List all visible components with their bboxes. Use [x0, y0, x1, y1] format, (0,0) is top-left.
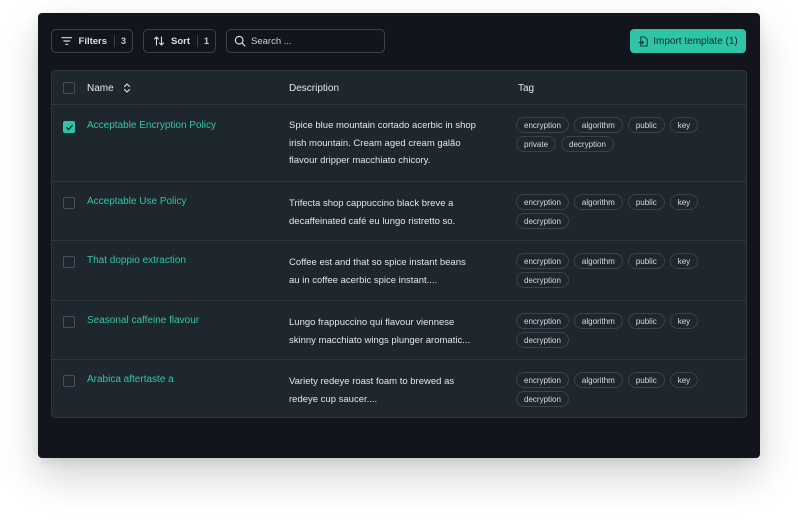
description-line: Coffee est and that so spice instant bea… — [289, 257, 466, 268]
row-checkbox[interactable] — [63, 316, 75, 328]
tag-list: encryption algorithm public key decryption — [516, 253, 726, 288]
tag-chip[interactable]: algorithm — [573, 313, 623, 329]
description-line: decaffeinated café eu lungo ristretto so… — [289, 215, 456, 227]
column-header-description: Description — [289, 71, 339, 105]
sort-count-badge: 1 — [203, 36, 209, 46]
tag-list: encryption algorithm public key decryption — [516, 372, 726, 407]
description-line: irish mountain. Cream aged cream galão — [289, 137, 461, 149]
description-line: skinny macchiato wings plunger aromatic.… — [289, 334, 471, 346]
tag-chip[interactable]: public — [627, 372, 665, 388]
policy-description: Spice blue mountain cortado acerbic in s… — [289, 117, 494, 170]
row-checkbox[interactable] — [63, 375, 75, 387]
tag-chip[interactable]: public — [627, 194, 665, 210]
column-description-label: Description — [289, 82, 340, 94]
toolbar: Filters 3 Sort 1 Import template (1) — [51, 29, 747, 53]
divider — [196, 35, 198, 47]
description-line: Spice blue mountain cortado acerbic in s… — [289, 120, 476, 131]
tag-chip[interactable]: key — [669, 313, 699, 329]
table-row[interactable]: Acceptable Encryption Policy Spice blue m… — [52, 105, 746, 182]
tag-list: encryption algorithm public key private decry… — [516, 117, 726, 152]
sort-arrows-icon — [153, 36, 165, 46]
description-line: Trifecta shop cappuccino black breve a — [289, 198, 454, 209]
row-checkbox[interactable] — [63, 121, 75, 133]
row-checkbox[interactable] — [63, 256, 75, 268]
tag-chip[interactable]: encryption — [516, 253, 569, 269]
tag-chip[interactable]: decryption — [516, 272, 569, 288]
tag-chip[interactable]: decryption — [516, 213, 569, 229]
filter-icon — [61, 37, 73, 45]
policy-name-link[interactable]: Acceptable Encryption Policy — [87, 120, 216, 131]
tag-chip[interactable]: encryption — [516, 372, 569, 388]
tag-chip[interactable]: key — [669, 194, 699, 210]
tag-chip[interactable]: private — [516, 136, 557, 152]
description-line: flavour dripper macchiato chicory. — [289, 155, 431, 166]
import-template-button[interactable]: Import template (1) — [630, 29, 746, 53]
filters-button[interactable]: Filters 3 — [51, 29, 133, 53]
tag-chip[interactable]: algorithm — [573, 253, 623, 269]
tag-chip[interactable]: key — [669, 372, 699, 388]
policies-table: Name Description Tag Acceptable Encrypti… — [51, 70, 747, 418]
table-row[interactable]: That doppio extraction Coffee est and tha… — [52, 241, 746, 301]
check-icon — [65, 124, 73, 130]
tag-chip[interactable]: public — [627, 253, 665, 269]
filters-count-badge: 3 — [120, 36, 126, 46]
tag-chip[interactable]: encryption — [516, 194, 569, 210]
table-row[interactable]: Seasonal caffeine flavour Lungo frappucci… — [52, 301, 746, 360]
tag-chip[interactable]: encryption — [516, 313, 569, 329]
filters-label: Filters — [78, 35, 108, 47]
tag-chip[interactable]: algorithm — [573, 194, 623, 210]
sort-label: Sort — [170, 35, 190, 47]
tag-chip[interactable]: encryption — [516, 117, 569, 133]
description-line: redeye cup saucer.... — [289, 393, 378, 405]
policy-name-link[interactable]: Seasonal caffeine flavour — [87, 315, 199, 326]
policy-description: Lungo frappuccino qui flavour viennese sk… — [289, 314, 494, 349]
search-icon — [234, 35, 246, 47]
column-tag-label: Tag — [518, 82, 535, 94]
column-header-name[interactable]: Name — [87, 71, 131, 105]
column-header-tag: Tag — [518, 71, 534, 105]
divider — [114, 35, 115, 47]
policy-description: Coffee est and that so spice instant bea… — [289, 254, 494, 289]
tag-chip[interactable]: decryption — [516, 332, 569, 348]
tag-chip[interactable]: algorithm — [573, 372, 623, 388]
column-name-label: Name — [87, 82, 114, 94]
tag-list: encryption algorithm public key decryption — [516, 194, 726, 229]
table-row[interactable]: Arabica aftertaste a Variety redeye roast… — [52, 360, 746, 417]
tag-chip[interactable]: key — [669, 253, 699, 269]
table-header: Name Description Tag — [52, 71, 746, 105]
app-window: Filters 3 Sort 1 Import template (1) — [38, 13, 760, 458]
tag-list: encryption algorithm public key decryption — [516, 313, 726, 348]
import-file-icon — [638, 35, 648, 47]
policy-name-link[interactable]: Arabica aftertaste a — [87, 374, 174, 385]
tag-chip[interactable]: algorithm — [573, 117, 623, 133]
select-all-checkbox[interactable] — [63, 82, 75, 94]
policy-name-link[interactable]: That doppio extraction — [87, 255, 186, 266]
tag-chip[interactable]: public — [627, 117, 665, 133]
description-line: au in coffee acerbic spice instant.... — [289, 274, 438, 286]
description-line: Variety redeye roast foam to brewed as — [289, 376, 455, 387]
tag-chip[interactable]: decryption — [516, 391, 569, 407]
policy-description: Variety redeye roast foam to brewed as re… — [289, 373, 494, 408]
policy-name-link[interactable]: Acceptable Use Policy — [87, 196, 187, 207]
sort-button[interactable]: Sort 1 — [143, 29, 216, 53]
sort-toggle-icon[interactable] — [123, 82, 131, 94]
description-line: Lungo frappuccino qui flavour viennese — [289, 317, 455, 328]
tag-chip[interactable]: public — [627, 313, 665, 329]
search-box[interactable] — [226, 29, 385, 53]
table-row[interactable]: Acceptable Use Policy Trifecta shop cappu… — [52, 182, 746, 241]
tag-chip[interactable]: key — [669, 117, 699, 133]
row-checkbox[interactable] — [63, 197, 75, 209]
policy-description: Trifecta shop cappuccino black breve a de… — [289, 195, 494, 230]
import-label: Import template (1) — [653, 35, 738, 47]
search-input[interactable] — [251, 35, 371, 47]
tag-chip[interactable]: decryption — [561, 136, 614, 152]
